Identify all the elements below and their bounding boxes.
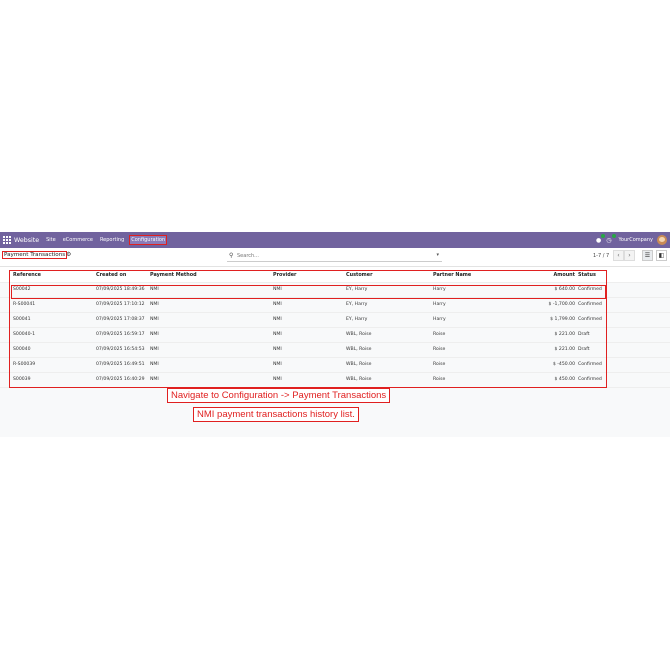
search-input[interactable] bbox=[237, 251, 427, 260]
user-avatar[interactable] bbox=[657, 235, 667, 245]
pager-value[interactable]: 1-7 / 7 bbox=[593, 253, 609, 259]
kanban-view-icon[interactable]: ◧ bbox=[656, 250, 667, 261]
apps-grid-icon[interactable] bbox=[3, 236, 11, 244]
chat-badge bbox=[601, 233, 606, 238]
search-options-caret-icon[interactable]: ▾ bbox=[436, 252, 439, 258]
activity-badge bbox=[611, 233, 616, 238]
search-bar: ⚲ ▾ bbox=[227, 251, 442, 262]
app-brand[interactable]: Website bbox=[14, 237, 39, 244]
top-navbar: Website Site eCommerce Reporting Configu… bbox=[0, 232, 670, 248]
company-switcher[interactable]: YourCompany bbox=[619, 237, 653, 243]
list-annotation: NMI payment transactions history list. bbox=[193, 407, 359, 422]
chat-icon[interactable]: ● bbox=[596, 233, 606, 244]
navigation-annotation: Navigate to Configuration -> Payment Tra… bbox=[167, 388, 391, 403]
navbar-left: Website Site eCommerce Reporting Configu… bbox=[3, 232, 171, 248]
page-title: Payment Transactions bbox=[1, 251, 68, 259]
menu-reporting[interactable]: Reporting bbox=[99, 236, 125, 244]
navbar-right: ● ◷ YourCompany bbox=[591, 232, 667, 248]
menu-site[interactable]: Site bbox=[45, 236, 57, 244]
control-panel: Payment Transactions ⚙ ⚲ ▾ 1-7 / 7 ‹ › ☰… bbox=[0, 248, 670, 267]
list-view-icon[interactable]: ☰ bbox=[642, 250, 653, 261]
gear-icon[interactable]: ⚙ bbox=[66, 251, 71, 258]
pager-prev-icon[interactable]: ‹ bbox=[613, 250, 624, 261]
search-icon[interactable]: ⚲ bbox=[229, 252, 233, 259]
first-row-highlight-box bbox=[11, 285, 606, 299]
menu-ecommerce[interactable]: eCommerce bbox=[62, 236, 94, 244]
menu-configuration[interactable]: Configuration bbox=[129, 235, 168, 245]
pager-next-icon[interactable]: › bbox=[624, 250, 635, 261]
activity-clock-icon[interactable]: ◷ bbox=[606, 233, 616, 244]
